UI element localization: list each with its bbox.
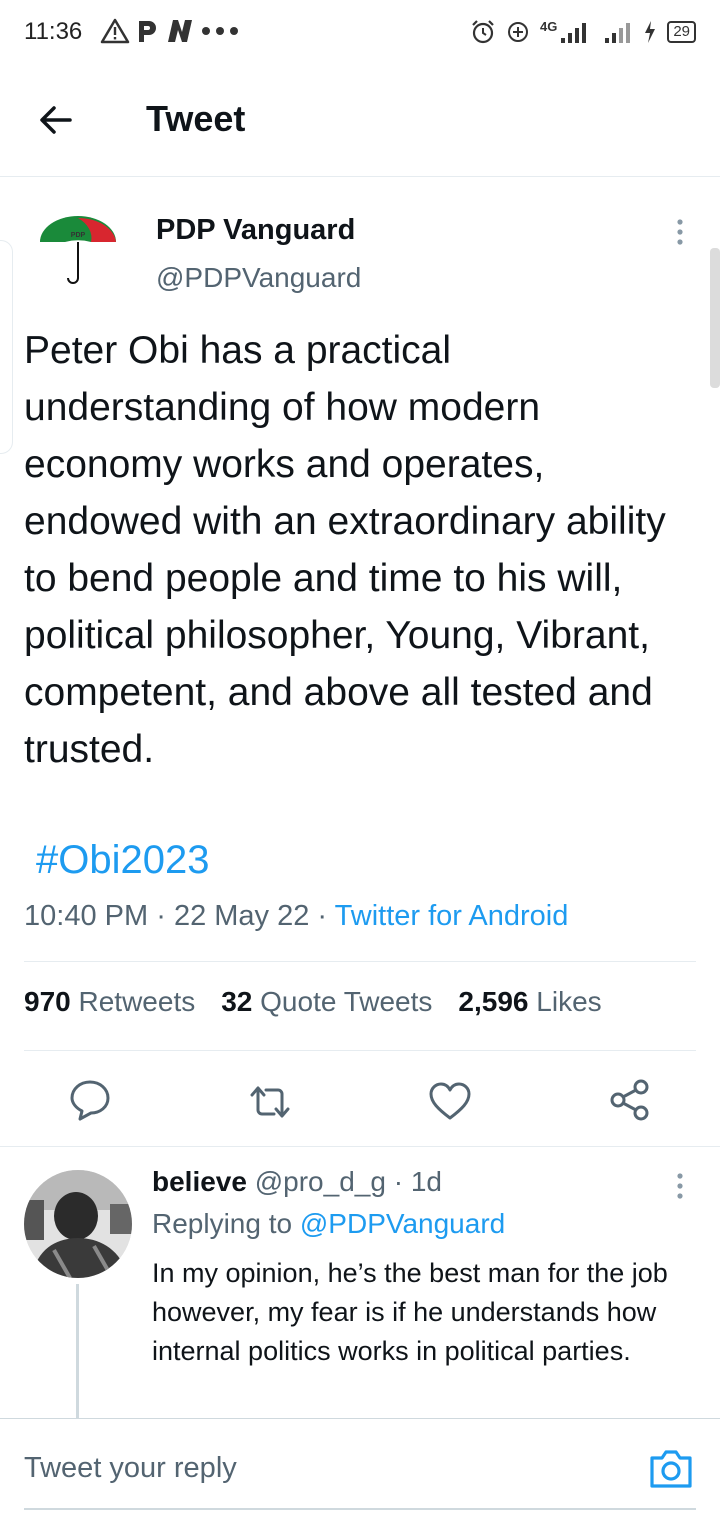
reply-age: 1d (410, 1166, 442, 1197)
battery-icon: 29 (667, 21, 696, 43)
compose-divider (0, 1418, 720, 1419)
meta-separator: · (317, 900, 328, 932)
side-panel-edge (0, 240, 13, 454)
alarm-icon (472, 20, 494, 44)
tweet-date: 22 May 22 (173, 900, 310, 932)
reply-text: In my opinion, he’s the best man for the… (152, 1258, 668, 1366)
more-options-icon[interactable] (666, 216, 694, 248)
reply-input[interactable]: Tweet your reply (24, 1452, 237, 1485)
retweets-count: 970 (24, 986, 71, 1017)
signal-icon (561, 23, 587, 43)
compose-underline (24, 1508, 696, 1510)
scrollbar[interactable] (710, 248, 720, 388)
app-header: Tweet (0, 66, 720, 177)
likes-stat[interactable]: 2,596 Likes (458, 986, 601, 1018)
author-name[interactable]: PDP Vanguard (156, 214, 355, 247)
likes-label: Likes (536, 986, 602, 1017)
share-icon[interactable] (608, 1078, 652, 1122)
tweet-time: 10:40 PM (24, 900, 149, 932)
divider (24, 1050, 696, 1051)
likes-count: 2,596 (458, 986, 529, 1017)
status-bar: 11:36 4G 29 (0, 0, 720, 66)
n-app-icon (168, 20, 192, 42)
tweet-text: Peter Obi has a practical understanding … (24, 329, 666, 771)
quotes-count: 32 (221, 986, 253, 1017)
page-title: Tweet (146, 98, 246, 139)
replying-mention-link[interactable]: @PDPVanguard (300, 1208, 505, 1239)
p-app-icon (139, 21, 156, 42)
retweet-icon[interactable] (248, 1080, 292, 1124)
hashtag-link[interactable]: #Obi2023 (36, 838, 209, 883)
divider (0, 1146, 720, 1147)
meta-separator: · (156, 900, 166, 932)
replying-to-line: Replying to @PDPVanguard (152, 1208, 505, 1240)
tweet-stats: 970 Retweets 32 Quote Tweets 2,596 Likes (24, 986, 602, 1018)
retweets-label: Retweets (78, 986, 196, 1017)
charging-icon (645, 21, 656, 43)
tweet-actions (0, 1076, 720, 1126)
pdp-umbrella-avatar[interactable]: PDP (36, 206, 120, 290)
reply-avatar[interactable] (24, 1170, 132, 1278)
replying-prefix: Replying to (152, 1208, 293, 1239)
signal-icon-2 (605, 23, 631, 43)
reply-separator: · (393, 1166, 404, 1197)
author-handle[interactable]: @PDPVanguard (156, 262, 361, 294)
profile-photo-icon (24, 1170, 132, 1278)
quotes-stat[interactable]: 32 Quote Tweets (221, 986, 432, 1018)
system-icons: 4G 29 (470, 16, 696, 48)
warning-icon (100, 18, 130, 44)
more-dots-icon (202, 27, 238, 35)
network-type-label: 4G (539, 18, 558, 34)
reply-author-handle[interactable]: @pro_d_g (255, 1166, 386, 1197)
status-time: 11:36 (24, 18, 83, 45)
quotes-label: Quote Tweets (260, 986, 433, 1017)
reply-author-name[interactable]: believe (152, 1166, 247, 1197)
divider (24, 961, 696, 962)
reply-icon[interactable] (68, 1078, 112, 1122)
retweets-stat[interactable]: 970 Retweets (24, 986, 195, 1018)
tweet-source-link[interactable]: Twitter for Android (335, 900, 569, 932)
tweet-meta: 10:40 PM · 22 May 22 · Twitter for Andro… (24, 900, 568, 933)
data-saver-icon (507, 22, 528, 42)
like-heart-icon[interactable] (428, 1080, 472, 1124)
avatar-logo-text: PDP (71, 232, 86, 239)
notification-icons (100, 16, 240, 46)
reply-more-options-icon[interactable] (666, 1170, 694, 1202)
camera-icon[interactable] (648, 1446, 694, 1492)
thread-line (76, 1284, 79, 1418)
battery-level: 29 (673, 23, 690, 40)
back-arrow-icon[interactable] (36, 100, 76, 140)
reply-header: believe @pro_d_g · 1d (152, 1166, 442, 1198)
